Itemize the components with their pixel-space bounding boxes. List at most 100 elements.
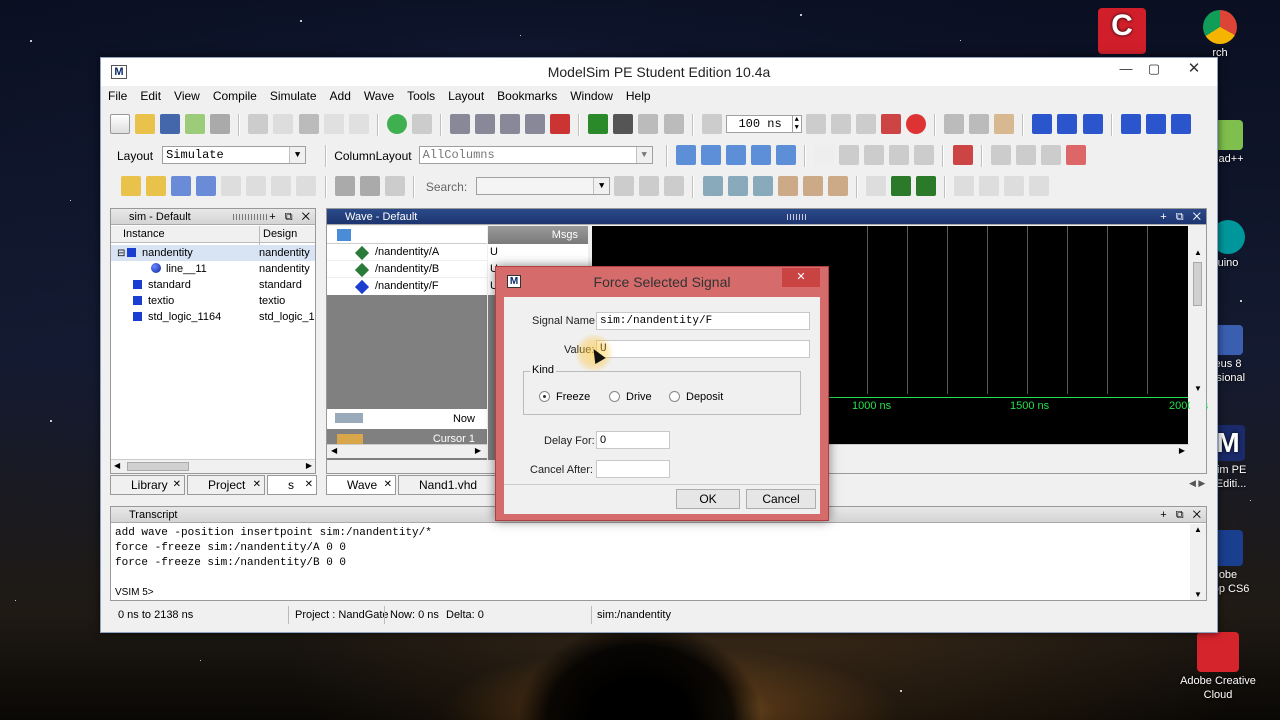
reload-icon[interactable] [185,114,206,134]
compile-icon[interactable] [386,114,407,134]
open-folder-icon[interactable] [135,114,156,134]
step-out-icon[interactable] [1082,114,1103,134]
wave-format-icon[interactable] [916,176,937,196]
new-file-icon[interactable] [110,114,130,134]
ok-button[interactable]: OK [676,489,740,509]
sim-tool-icon[interactable] [449,114,470,134]
menu-bookmarks[interactable]: Bookmarks [490,86,563,103]
signal-name-field[interactable]: sim:/nandentity/F [596,312,810,330]
search-icon[interactable] [664,176,685,196]
tree-row[interactable]: ⊟ nandentity nandentity [111,245,315,261]
pane-controls[interactable]: + ⧉ ✕ [269,209,313,225]
value-field[interactable]: U [596,340,810,358]
desktop-icon-creative-cloud[interactable]: Adobe Creative Cloud [1170,632,1266,702]
find-icon[interactable] [411,114,432,134]
step-icon[interactable] [588,114,609,134]
wave-vertical-scrollbar[interactable]: ▲ ▼ [1190,226,1206,444]
pan-icon[interactable] [864,145,885,165]
break-icon[interactable] [550,114,571,134]
wave-format-icon[interactable] [1004,176,1025,196]
edit-mode-icon[interactable] [952,145,973,165]
run-length-spinner[interactable]: ▲ ▼ [791,115,802,133]
forward-icon[interactable] [663,114,684,134]
wave-format-icon[interactable] [337,229,351,241]
zoom-full-icon[interactable] [752,176,773,196]
hier-right-icon[interactable] [196,176,217,196]
expand-alt-icon[interactable] [359,176,380,196]
kind-freeze-radio[interactable]: Freeze [539,391,590,403]
menu-tools[interactable]: Tools [400,86,441,103]
wave-horizontal-scrollbar[interactable]: ▶ [827,444,1189,458]
sim-tool-icon[interactable] [500,114,521,134]
zoom-cursor-icon[interactable] [777,176,798,196]
delay-field[interactable]: 0 [596,431,670,449]
redo-icon[interactable] [348,114,369,134]
close-button[interactable]: ✕ [1179,60,1209,80]
kind-deposit-radio[interactable]: Deposit [669,391,723,403]
zoom-mode-icon[interactable] [839,145,860,165]
tab-nand1-vhd[interactable]: Nand1.vhd [398,475,496,495]
back-icon[interactable] [638,114,659,134]
tab-project[interactable]: Project ✕ [187,475,265,495]
signal-row[interactable]: /nandentity/A [327,244,487,261]
select-pointer-icon[interactable] [814,145,835,165]
menu-help[interactable]: Help [619,86,657,103]
wave-add-icon[interactable] [750,145,771,165]
stop-icon[interactable] [906,114,926,134]
hier-icon[interactable] [221,176,242,196]
menu-simulate[interactable]: Simulate [263,86,323,103]
pane-controls[interactable]: + ⧉ ✕ [1160,507,1204,523]
run-icon[interactable] [805,114,826,134]
tree-row[interactable]: std_logic_1164 std_logic_1 [111,309,315,325]
transcript-vertical-scrollbar[interactable]: ▲ ▼ [1190,524,1206,600]
step-down-alt-icon[interactable] [1120,114,1141,134]
expand-all-icon[interactable] [384,176,405,196]
hier-icon[interactable] [271,176,292,196]
menu-window[interactable]: Window [563,86,619,103]
desktop-icon-chrome[interactable]: rch [1190,10,1250,60]
dialog-close-button[interactable]: ✕ [782,268,820,287]
wave-add-icon[interactable] [675,145,696,165]
wave-format-icon[interactable] [865,176,886,196]
save-icon[interactable] [160,114,181,134]
tab-library[interactable]: Library ✕ [110,475,185,495]
tree-row[interactable]: standard standard [111,277,315,293]
transcript-text[interactable]: add wave -position insertpoint sim:/nand… [115,526,1185,600]
hier-left-icon[interactable] [171,176,192,196]
tab-sim[interactable]: s ✕ [267,475,317,495]
delete-edge-icon[interactable] [1065,145,1086,165]
signal-row[interactable]: /nandentity/F [327,278,487,295]
menu-file[interactable]: File [101,86,133,103]
step-out-alt-icon[interactable] [1170,114,1191,134]
wave-add-icon[interactable] [776,145,797,165]
wave-format-icon[interactable] [979,176,1000,196]
hier-up-icon[interactable] [121,176,141,196]
tab-wave[interactable]: Wave ✕ [326,475,396,495]
cut-icon[interactable] [248,114,269,134]
tab-scroll-arrows[interactable]: ◀ ▶ [1189,478,1205,489]
desktop-icon-ccleaner[interactable]: C [1092,8,1152,56]
hier-down-icon[interactable] [146,176,167,196]
run-length-input[interactable]: 100 ns [725,115,792,133]
column-layout-select[interactable]: AllColumns ▼ [418,146,653,164]
hier-icon[interactable] [296,176,317,196]
zoom-last-icon[interactable] [827,176,848,196]
cancel-after-field[interactable] [596,460,670,478]
up-arrow-icon[interactable] [613,114,634,134]
cursor-icon[interactable] [889,145,910,165]
wave-format-icon[interactable] [891,176,912,196]
horizontal-scrollbar[interactable]: ◀ ▶ [111,459,315,473]
undo-icon[interactable] [323,114,344,134]
tree-row[interactable]: textio textio [111,293,315,309]
menu-layout[interactable]: Layout [441,86,490,103]
search-input[interactable]: ▼ [476,177,611,195]
zoom-range-icon[interactable] [802,176,823,196]
sim-tool-icon[interactable] [475,114,495,134]
pane-controls[interactable]: + ⧉ ✕ [1160,209,1204,225]
cursor-alt-icon[interactable] [914,145,935,165]
name-horizontal-scrollbar[interactable]: ◀ ▶ [327,444,487,458]
search-icon[interactable] [614,176,635,196]
step-over-icon[interactable] [969,114,990,134]
signal-row[interactable]: /nandentity/B [327,261,487,278]
step-over-alt-icon[interactable] [1145,114,1166,134]
